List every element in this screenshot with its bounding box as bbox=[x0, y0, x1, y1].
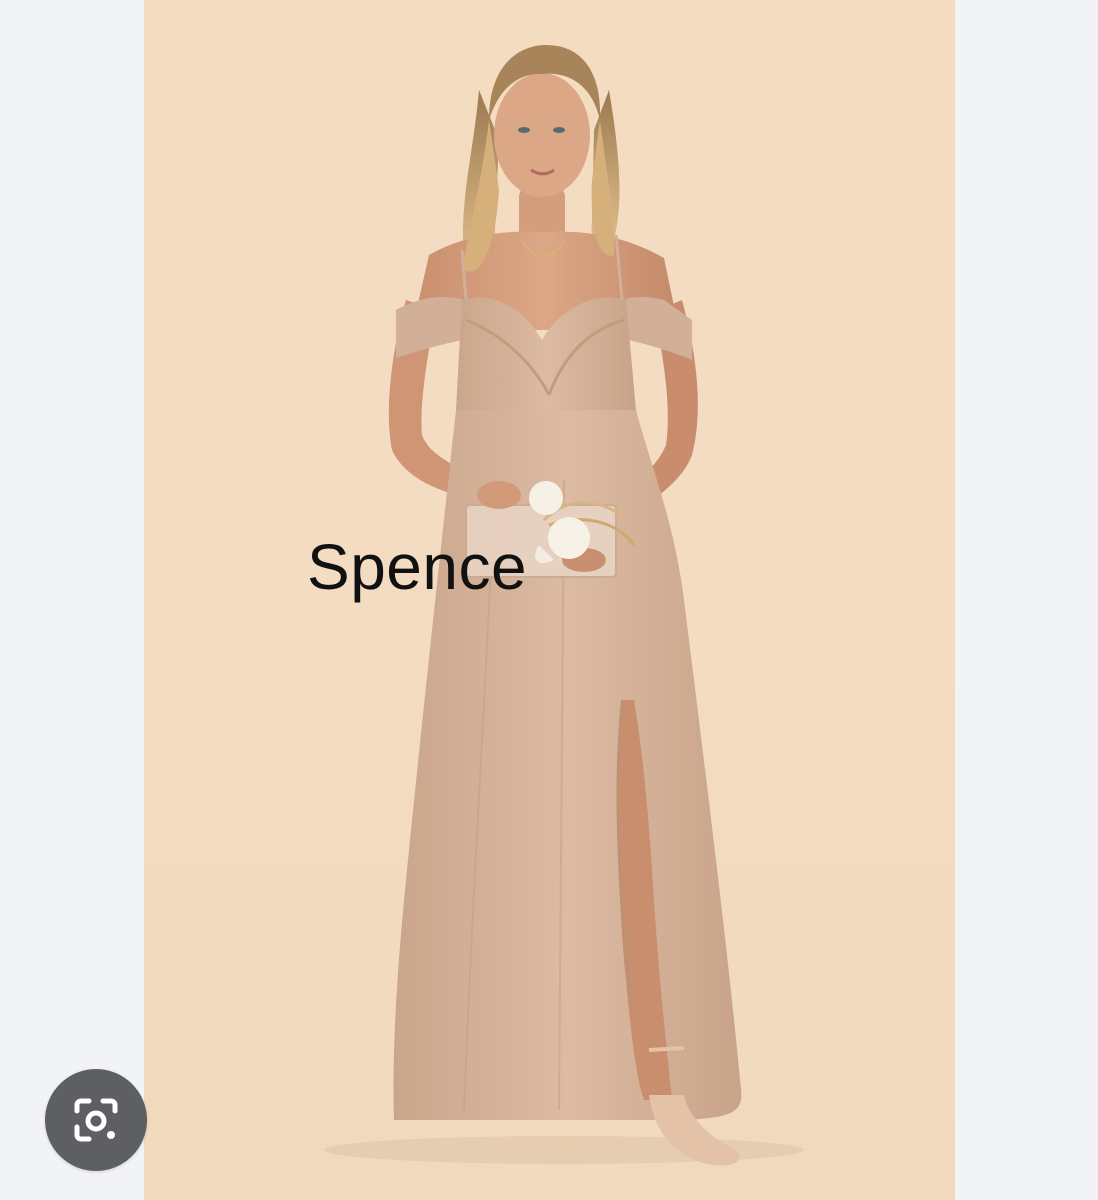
visual-search-button[interactable] bbox=[45, 1069, 147, 1171]
image-viewer: Spence bbox=[0, 0, 1098, 1200]
model-illustration bbox=[324, 45, 804, 1166]
dress-style-label: Spence bbox=[307, 531, 528, 603]
product-photo: Spence bbox=[144, 0, 955, 1200]
google-lens-camera-icon bbox=[74, 1098, 118, 1142]
